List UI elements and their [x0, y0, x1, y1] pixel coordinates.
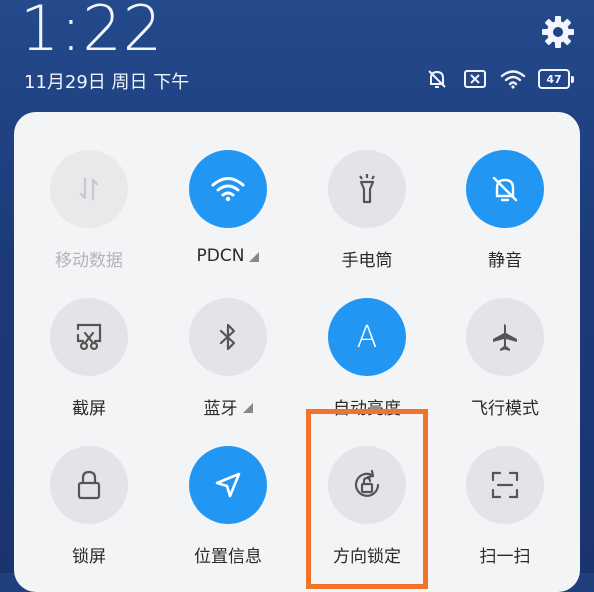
- clock-time: 1:22: [20, 0, 164, 65]
- auto-brightness-icon: A: [328, 298, 406, 376]
- tile-airplane[interactable]: 飞行模式: [435, 298, 575, 419]
- tile-lock-screen[interactable]: 锁屏: [19, 446, 159, 567]
- status-icons: 47: [424, 68, 574, 90]
- gear-icon[interactable]: [538, 12, 578, 52]
- lock-icon: [50, 446, 128, 524]
- wifi-icon: [500, 68, 526, 90]
- tile-scan[interactable]: 扫一扫: [435, 446, 575, 567]
- airplane-icon: [466, 298, 544, 376]
- screenshot-icon: [50, 298, 128, 376]
- tile-screenshot[interactable]: 截屏: [19, 298, 159, 419]
- tile-flashlight[interactable]: 手电筒: [297, 150, 437, 271]
- tile-label: 锁屏: [72, 547, 106, 567]
- expand-triangle-icon: [249, 252, 260, 262]
- bell-off-icon: [466, 150, 544, 228]
- tile-auto-brightness[interactable]: A 自动亮度: [297, 298, 437, 419]
- battery-indicator: 47: [538, 69, 574, 89]
- highlight-box: [306, 409, 428, 589]
- no-sim-icon: [462, 68, 488, 90]
- tile-label: 飞行模式: [471, 399, 539, 419]
- tile-mobile-data[interactable]: 移动数据: [19, 150, 159, 271]
- bluetooth-label: 蓝牙: [203, 399, 238, 419]
- tile-label: 移动数据: [55, 251, 123, 271]
- tile-label: 位置信息: [194, 547, 262, 567]
- location-icon: [189, 446, 267, 524]
- auto-brightness-glyph: A: [356, 319, 378, 355]
- tile-bluetooth[interactable]: 蓝牙: [158, 298, 298, 419]
- tile-label: 扫一扫: [479, 547, 531, 567]
- bell-off-icon: [424, 68, 450, 90]
- tile-label: 蓝牙: [204, 394, 253, 419]
- expand-triangle-icon: [242, 402, 253, 413]
- flashlight-icon: [328, 150, 406, 228]
- date-text: 11月29日 周日 下午: [24, 72, 190, 93]
- tile-wifi[interactable]: PDCN: [158, 150, 298, 266]
- scan-icon: [466, 446, 544, 524]
- mobile-data-icon: [50, 150, 128, 228]
- battery-nub: [571, 75, 574, 83]
- wifi-network-name: PDCN: [196, 246, 245, 266]
- tile-label: 手电筒: [341, 251, 393, 271]
- tile-label: 静音: [488, 251, 522, 271]
- tile-label: PDCN: [197, 246, 260, 266]
- battery-level: 47: [538, 69, 570, 89]
- wifi-icon: [189, 150, 267, 228]
- tile-mute[interactable]: 静音: [435, 150, 575, 271]
- tile-label: 截屏: [72, 399, 106, 419]
- tile-location[interactable]: 位置信息: [158, 446, 298, 567]
- bluetooth-icon: [189, 298, 267, 376]
